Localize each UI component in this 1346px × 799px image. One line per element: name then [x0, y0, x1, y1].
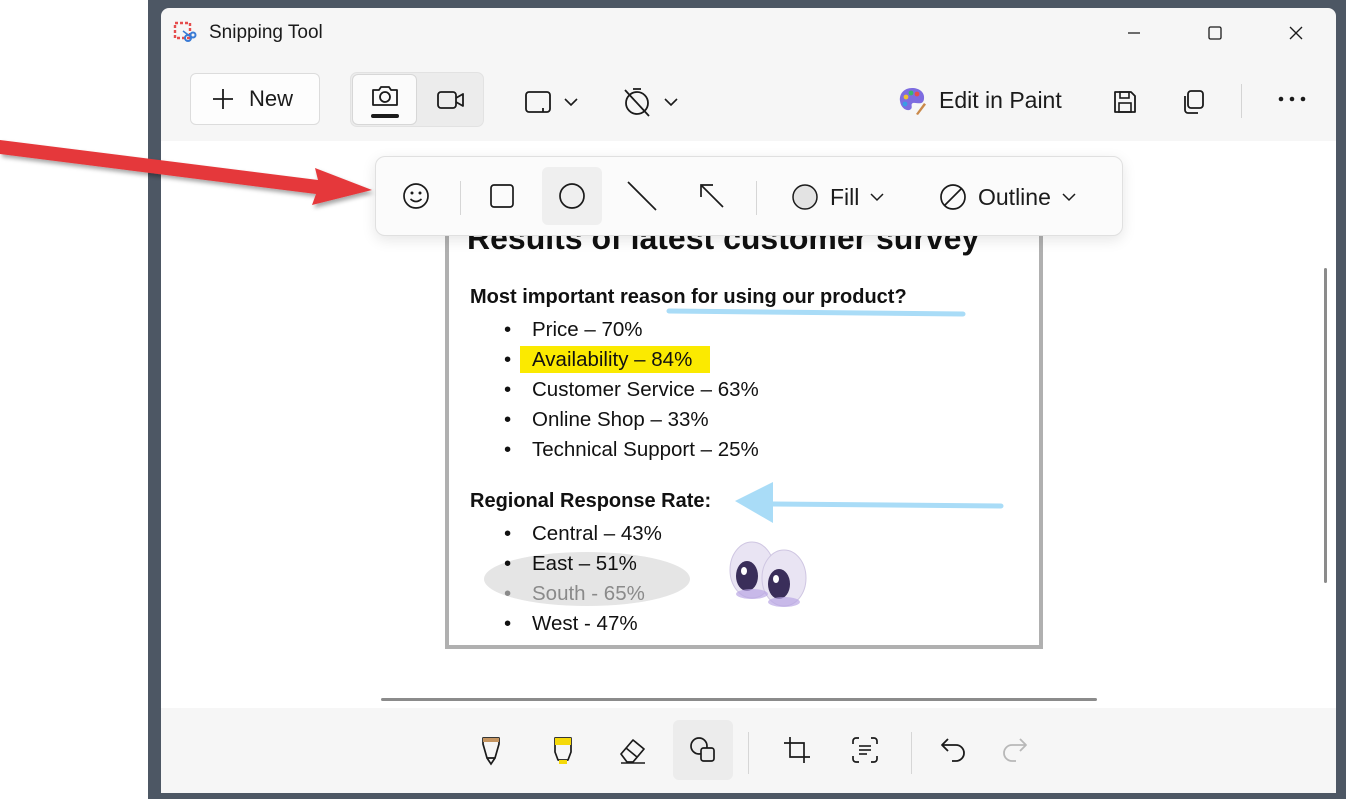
video-icon	[437, 90, 464, 109]
highlighter-tool-button[interactable]	[533, 720, 593, 780]
capture-mode-toggle	[350, 72, 484, 127]
markup-toolbar	[161, 710, 1336, 793]
arrow-shape-icon	[700, 184, 724, 208]
more-icon	[1278, 96, 1306, 102]
copy-button[interactable]	[1179, 88, 1207, 116]
save-icon	[1114, 91, 1136, 113]
pen-icon	[482, 737, 500, 766]
fill-dropdown[interactable]: Fill	[790, 175, 885, 219]
shapes-separator	[460, 181, 461, 215]
list-item: South - 65%	[504, 582, 645, 606]
eraser-tool-button[interactable]	[603, 720, 663, 780]
shapes-annotation-bar: Fill Outline	[375, 156, 1123, 236]
eyes-emoji-sticker	[729, 541, 807, 607]
list-item: Price – 70%	[504, 318, 643, 342]
markup-separator	[911, 732, 912, 774]
horizontal-scrollbar[interactable]	[381, 698, 1097, 701]
fill-label: Fill	[830, 183, 860, 210]
new-snip-button[interactable]: New	[190, 73, 320, 125]
chevron-down-icon	[870, 193, 884, 202]
pen-tool-button[interactable]	[461, 720, 521, 780]
rectangle-shape-icon	[490, 184, 514, 208]
outline-dropdown[interactable]: Outline	[938, 175, 1077, 219]
maximize-icon	[1208, 26, 1222, 40]
eraser-icon	[620, 739, 645, 764]
screenshot-mode-button[interactable]	[352, 74, 417, 125]
text-actions-button[interactable]	[835, 720, 895, 780]
pen-annotations	[666, 308, 1004, 523]
selected-mode-indicator	[371, 114, 399, 118]
shapes-icon	[690, 737, 715, 762]
camera-icon	[371, 85, 398, 106]
close-button[interactable]	[1276, 18, 1316, 48]
shapes-separator	[756, 181, 757, 215]
video-mode-button[interactable]	[419, 74, 483, 125]
no-outline-icon	[940, 184, 966, 210]
line-shape-button[interactable]	[612, 167, 672, 225]
toolbar-separator	[1241, 84, 1242, 118]
vertical-scrollbar[interactable]	[1324, 268, 1327, 583]
fill-circle-icon	[792, 184, 818, 210]
arrow-shape-button[interactable]	[682, 167, 742, 225]
markup-separator	[748, 732, 749, 774]
timer-off-icon	[624, 88, 678, 117]
save-button[interactable]	[1111, 88, 1139, 116]
text-actions-icon	[852, 737, 878, 763]
snipping-tool-window: Snipping Tool New Edit in Paint Results …	[161, 8, 1336, 793]
paint-palette-icon	[899, 88, 926, 115]
outline-label: Outline	[978, 183, 1051, 210]
emoji-icon	[403, 183, 429, 209]
list-item: West - 47%	[504, 612, 638, 636]
line-shape-icon	[627, 181, 657, 211]
highlighter-icon	[554, 737, 572, 764]
snip-shape-dropdown[interactable]	[523, 88, 583, 116]
rectangle-shape-button[interactable]	[472, 167, 532, 225]
new-snip-label: New	[249, 86, 294, 111]
emoji-sticker-button[interactable]	[386, 167, 446, 225]
undo-icon	[941, 738, 965, 762]
timer-dropdown[interactable]	[621, 86, 681, 118]
undo-button[interactable]	[923, 720, 983, 780]
redo-button[interactable]	[985, 720, 1045, 780]
list-item: East – 51%	[504, 552, 637, 576]
edit-in-paint-label: Edit in Paint	[939, 86, 1062, 113]
plus-icon	[213, 89, 233, 109]
redo-icon	[1003, 738, 1027, 762]
chevron-down-icon	[1062, 193, 1076, 202]
shapes-tool-button[interactable]	[673, 720, 733, 780]
minimize-button[interactable]	[1114, 18, 1154, 48]
crop-tool-button[interactable]	[767, 720, 827, 780]
window-title: Snipping Tool	[209, 22, 323, 43]
list-item: Central – 43%	[504, 522, 662, 546]
copy-icon	[1184, 90, 1204, 114]
close-icon	[1289, 26, 1303, 40]
minimize-icon	[1128, 32, 1140, 34]
crop-icon	[784, 737, 810, 763]
edit-in-paint-button[interactable]: Edit in Paint	[897, 80, 1062, 120]
snipping-tool-app-icon	[173, 21, 197, 42]
ellipse-shape-button[interactable]	[542, 167, 602, 225]
more-options-button[interactable]	[1277, 94, 1307, 104]
main-toolbar: New Edit in Paint	[161, 64, 1336, 136]
ellipse-shape-icon	[559, 183, 585, 209]
title-bar: Snipping Tool	[161, 8, 1336, 60]
maximize-button[interactable]	[1195, 18, 1235, 48]
rectangle-mode-icon	[525, 91, 578, 113]
